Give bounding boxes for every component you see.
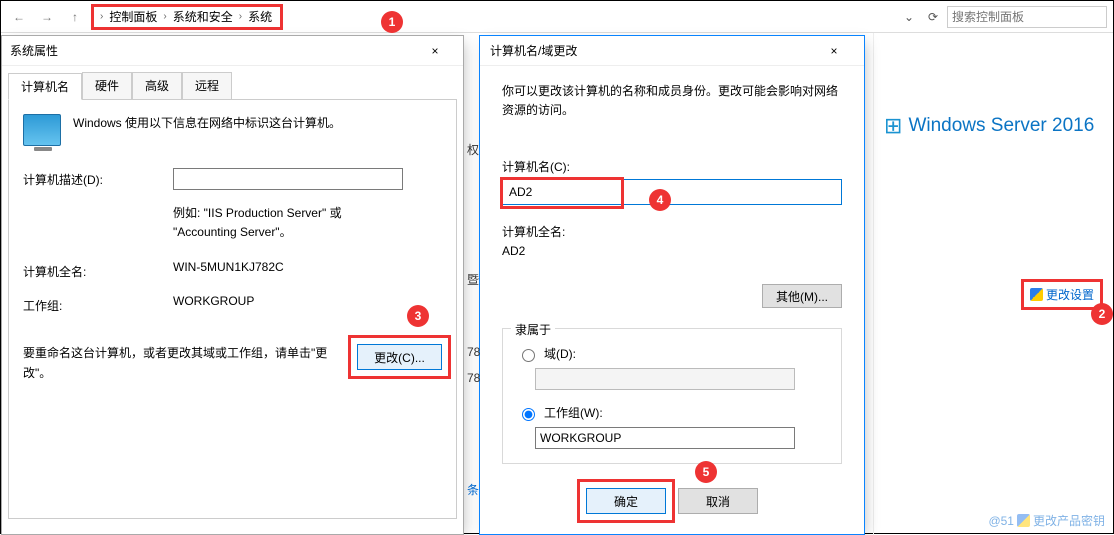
dialog-body: 你可以更改该计算机的名称和成员身份。更改可能会影响对网络资源的访问。 计算机名(… (480, 66, 864, 530)
breadcrumb[interactable]: › 控制面板 › 系统和安全 › 系统 (91, 4, 283, 30)
shield-icon (1030, 288, 1043, 301)
rename-instruction: 要重命名这台计算机，或者更改其域或工作组，请单击"更改"。 (23, 344, 343, 382)
nav-up-icon[interactable]: ↑ (63, 5, 87, 29)
tab-advanced[interactable]: 高级 (132, 72, 182, 99)
workgroup-input[interactable] (535, 427, 795, 449)
full-computer-name-value: WIN-5MUN1KJ782C (173, 260, 284, 280)
system-properties-dialog: 系统属性 × 计算机名 硬件 高级 远程 Windows 使用以下信息在网络中标… (1, 35, 464, 535)
workgroup-label: 工作组(W): (544, 404, 603, 421)
control-panel-nav: ← → ↑ › 控制面板 › 系统和安全 › 系统 ⌄ ⟳ (1, 1, 1113, 33)
other-button[interactable]: 其他(M)... (762, 284, 842, 308)
change-button[interactable]: 更改(C)... (357, 344, 442, 370)
windows-server-logo: ⊞ Windows Server 2016 (884, 113, 1103, 139)
annotation-badge-3: 3 (407, 305, 429, 327)
dialog-title: 系统属性 (10, 42, 58, 59)
member-of-legend: 隶属于 (511, 321, 555, 338)
computer-name-change-dialog: 计算机名/域更改 × 你可以更改该计算机的名称和成员身份。更改可能会影响对网络资… (479, 35, 865, 535)
peek-text: 权 (467, 141, 481, 158)
workgroup-label: 工作组: (23, 294, 173, 314)
workgroup-value: WORKGROUP (173, 294, 254, 314)
peek-text: 78 (467, 345, 481, 359)
computer-name-input[interactable] (502, 179, 842, 205)
nav-right-controls: ⌄ ⟳ (899, 6, 1107, 28)
windows-icon: ⊞ (884, 113, 902, 139)
domain-radio[interactable] (522, 349, 535, 362)
computer-description-label: 计算机描述(D): (23, 168, 173, 190)
watermark-text: @51 (988, 514, 1014, 528)
change-product-key-link[interactable]: @51 更改产品密钥 (988, 512, 1105, 529)
peek-text: 暨 (467, 271, 481, 288)
peek-text: 条 (467, 481, 481, 498)
breadcrumb-item[interactable]: 控制面板 (107, 8, 159, 25)
logo-text: Windows Server 2016 (908, 115, 1094, 137)
change-description: 你可以更改该计算机的名称和成员身份。更改可能会影响对网络资源的访问。 (502, 82, 842, 120)
annotation-badge-1: 1 (381, 11, 403, 33)
nav-forward-icon[interactable]: → (35, 5, 59, 29)
chevron-right-icon: › (100, 11, 103, 22)
dialog-titlebar[interactable]: 系统属性 × (2, 36, 463, 66)
shield-icon (1017, 514, 1030, 527)
annotation-badge-2: 2 (1091, 303, 1113, 325)
ok-button[interactable]: 确定 (586, 488, 666, 514)
tab-computer-name[interactable]: 计算机名 (8, 73, 82, 100)
dialog-title: 计算机名/域更改 (490, 42, 577, 59)
refresh-icon[interactable]: ⟳ (923, 7, 943, 27)
computer-icon (23, 114, 61, 146)
workgroup-radio[interactable] (522, 408, 535, 421)
prod-key-label: 更改产品密钥 (1033, 512, 1105, 529)
description-example: 例如: "IIS Production Server" 或 "Accountin… (173, 204, 403, 242)
chevron-down-icon[interactable]: ⌄ (899, 7, 919, 27)
identify-description: Windows 使用以下信息在网络中标识这台计算机。 (73, 114, 341, 131)
full-computer-name-label: 计算机全名: (23, 260, 173, 280)
close-icon[interactable]: × (415, 39, 455, 63)
close-icon[interactable]: × (814, 39, 854, 63)
computer-name-label: 计算机名(C): (502, 158, 842, 175)
tab-hardware[interactable]: 硬件 (82, 72, 132, 99)
full-computer-name-value: AD2 (502, 244, 842, 258)
annotation-badge-5: 5 (695, 461, 717, 483)
computer-description-input[interactable] (173, 168, 403, 190)
dialog-titlebar[interactable]: 计算机名/域更改 × (480, 36, 864, 66)
search-input[interactable] (947, 6, 1107, 28)
tab-strip: 计算机名 硬件 高级 远程 (2, 66, 463, 99)
member-of-group: 隶属于 域(D): 工作组(W): (502, 328, 842, 464)
cancel-button[interactable]: 取消 (678, 488, 758, 514)
chevron-right-icon: › (239, 11, 242, 22)
tab-remote[interactable]: 远程 (182, 72, 232, 99)
full-computer-name-label: 计算机全名: (502, 223, 842, 240)
peek-text: 78 (467, 371, 481, 385)
breadcrumb-item[interactable]: 系统 (246, 8, 274, 25)
chevron-right-icon: › (163, 11, 166, 22)
system-info-panel: ⊞ Windows Server 2016 更改设置 @51 更改产品密钥 (873, 33, 1113, 535)
domain-input[interactable] (535, 368, 795, 390)
tab-content: Windows 使用以下信息在网络中标识这台计算机。 计算机描述(D): 例如:… (8, 99, 457, 519)
breadcrumb-item[interactable]: 系统和安全 (171, 8, 235, 25)
annotation-badge-4: 4 (649, 189, 671, 211)
domain-label: 域(D): (544, 345, 576, 362)
nav-back-icon[interactable]: ← (7, 5, 31, 29)
change-settings-link[interactable]: 更改设置 (1021, 279, 1103, 310)
change-settings-label: 更改设置 (1046, 286, 1094, 303)
